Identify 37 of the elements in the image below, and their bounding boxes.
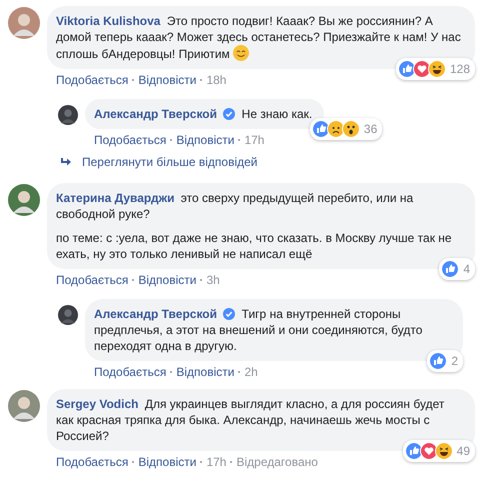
like-link[interactable]: Подобається	[56, 73, 128, 87]
like-reaction-icon	[312, 120, 330, 138]
timestamp: 17h	[206, 455, 226, 469]
reply-link[interactable]: Відповісти	[138, 273, 196, 287]
comment-text: Александр Тверской Не знаю как.	[94, 106, 312, 122]
like-reaction-icon	[441, 260, 460, 278]
reply-link[interactable]: Відповісти	[176, 133, 234, 147]
surprised-reaction-icon	[342, 120, 360, 138]
comment-text: Александр Тверской Тигр на внутренней стороны предплечья, а этот на внешений и они соединяются, будто переходят одна в другую.	[94, 306, 424, 354]
author-link[interactable]: Viktoria Kulishova	[56, 14, 160, 28]
like-reaction-icon	[398, 60, 416, 78]
reply-link[interactable]: Відповісти	[138, 455, 196, 469]
reply-arrow-icon	[60, 157, 72, 167]
author-link[interactable]: Катерина Дуварджи	[56, 191, 174, 205]
timestamp: 17h	[244, 133, 264, 147]
comment-text: Катерина Дуварджи это сверху предыдущей перебито, или на свободной руке?	[56, 190, 414, 222]
author-link[interactable]: Александр Тверской	[94, 307, 217, 321]
edited-label: Відредаговано	[236, 455, 318, 469]
view-more-replies-link[interactable]: Переглянути більше відповідей	[60, 155, 258, 169]
laughing-reaction-icon	[428, 60, 446, 78]
timestamp: 3h	[206, 273, 220, 287]
like-reaction-icon	[429, 352, 448, 370]
author-link[interactable]: Александр Тверской	[94, 107, 217, 121]
like-link[interactable]: Подобається	[56, 455, 128, 469]
heart-reaction-icon	[412, 60, 431, 78]
like-link[interactable]: Подобається	[94, 133, 166, 147]
laughing-reaction-icon	[434, 442, 453, 460]
reply-link[interactable]: Відповісти	[138, 73, 196, 87]
reply-link[interactable]: Відповісти	[176, 365, 234, 379]
sad-reaction-icon	[326, 120, 345, 138]
timestamp: 2h	[244, 365, 258, 379]
like-link[interactable]: Подобається	[94, 365, 166, 379]
like-reaction-icon	[404, 442, 423, 460]
like-link[interactable]: Подобається	[56, 273, 128, 287]
timestamp: 18h	[206, 73, 226, 87]
heart-reaction-icon	[420, 442, 438, 460]
author-link[interactable]: Sergey Vodich	[56, 397, 138, 411]
